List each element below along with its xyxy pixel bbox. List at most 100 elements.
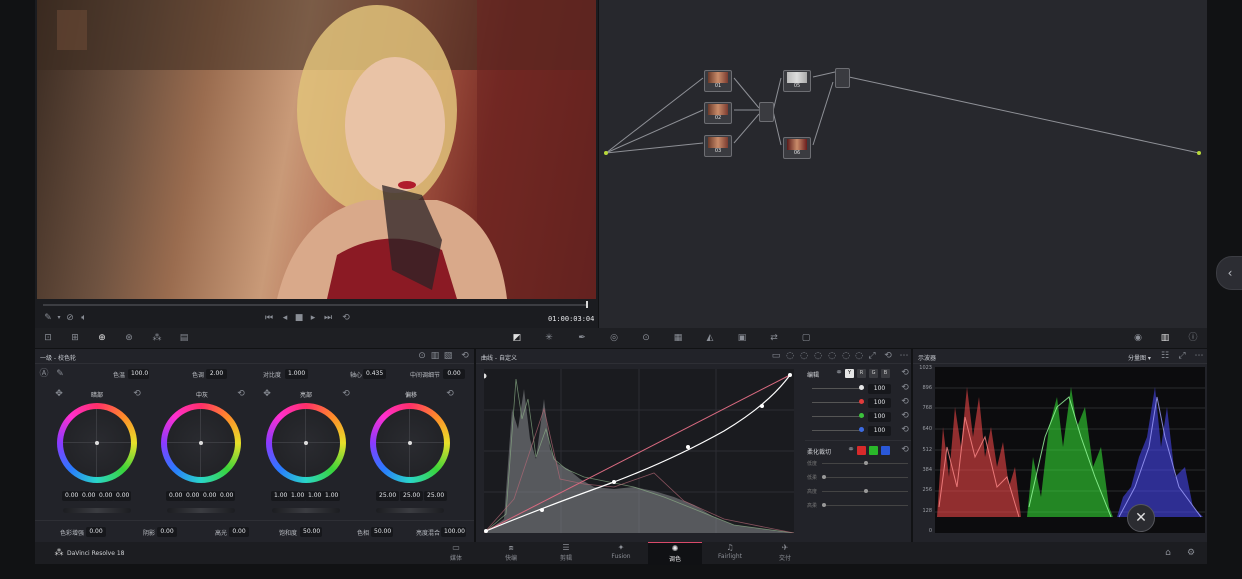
soft-clip-g-button[interactable] <box>869 446 878 455</box>
settings-gear-icon[interactable]: ⚙ <box>1185 548 1197 558</box>
layer-mixer-node[interactable] <box>759 102 774 122</box>
node-05[interactable]: 05 <box>783 70 811 92</box>
gamma-master-scrubber[interactable] <box>167 508 235 513</box>
intensity-g[interactable]: 100 <box>868 412 891 422</box>
intensity-slider-y[interactable] <box>812 388 864 389</box>
gain-b[interactable]: 1.00 <box>322 491 340 501</box>
sizing-icon[interactable]: ⇄ <box>768 333 780 343</box>
channel-y[interactable]: Y <box>845 369 854 378</box>
color-match-icon[interactable]: ⊞ <box>69 333 81 343</box>
edit-reset-icon[interactable]: ⟲ <box>899 368 911 378</box>
offset-g[interactable]: 25.00 <box>400 491 423 501</box>
soft-clip-b-button[interactable] <box>881 446 890 455</box>
soft-clip-hs-slider[interactable] <box>822 505 908 506</box>
gain-g[interactable]: 1.00 <box>305 491 323 501</box>
gain-wheel[interactable] <box>266 403 346 483</box>
gain-y[interactable]: 1.00 <box>271 491 289 501</box>
node-01[interactable]: 01 <box>704 70 732 92</box>
shadows-value[interactable]: 0.00 <box>157 527 177 537</box>
channel-g[interactable]: G <box>869 369 878 378</box>
qualifier-icon[interactable]: ✒ <box>576 333 588 343</box>
highlights-value[interactable]: 0.00 <box>229 527 249 537</box>
scope-mode-select[interactable]: 分量图 ▾ <box>1128 353 1151 362</box>
offset-r[interactable]: 25.00 <box>376 491 399 501</box>
info-icon[interactable]: ⓘ <box>1187 333 1199 343</box>
lift-reset-icon[interactable]: ⟲ <box>131 389 143 399</box>
parallel-mixer-node[interactable] <box>835 68 850 88</box>
pivot-value[interactable]: 0.435 <box>363 369 386 379</box>
intensity-g-reset-icon[interactable]: ⟲ <box>899 411 911 421</box>
tint-value[interactable]: 2.00 <box>206 369 227 379</box>
lift-master-scrubber[interactable] <box>63 508 131 513</box>
page-tab-edit[interactable]: ☰ 剪辑 <box>539 542 593 564</box>
offset-reset-icon[interactable]: ⟲ <box>444 389 456 399</box>
node-06[interactable]: 06 <box>783 137 811 159</box>
auto-balance-icon[interactable]: Ⓐ <box>38 369 50 379</box>
intensity-slider-g[interactable] <box>812 416 864 417</box>
scope-more-icon[interactable]: ⋯ <box>1193 351 1205 361</box>
curves-tool-icon-5[interactable]: ◌ <box>826 351 838 361</box>
scopes-toggle-icon[interactable]: ▥ <box>1159 333 1171 343</box>
gain-r[interactable]: 1.00 <box>288 491 306 501</box>
intensity-b[interactable]: 100 <box>868 426 891 436</box>
link-icon[interactable]: ⚭ <box>833 368 845 378</box>
gamma-y[interactable]: 0.00 <box>166 491 184 501</box>
side-panel-toggle[interactable]: ‹ <box>1216 256 1242 290</box>
picker-wand-icon[interactable]: ✎ <box>54 369 66 379</box>
curves-expand-icon[interactable]: ⤢ <box>866 351 878 361</box>
lum-mix-value[interactable]: 100.00 <box>441 527 466 537</box>
blur-icon[interactable]: ◭ <box>704 333 716 343</box>
color-wheels-icon[interactable]: ⊕ <box>96 333 108 343</box>
intensity-y-reset-icon[interactable]: ⟲ <box>899 383 911 393</box>
intensity-b-reset-icon[interactable]: ⟲ <box>899 425 911 435</box>
motion-effects-icon[interactable]: ⁂ <box>151 333 163 343</box>
curves-reset-icon[interactable]: ⟲ <box>882 351 894 361</box>
hue-value[interactable]: 50.00 <box>371 527 393 537</box>
soft-clip-ls-slider[interactable] <box>822 477 908 478</box>
reset-all-icon[interactable]: ⟲ <box>459 351 471 361</box>
curves-more-icon[interactable]: ⋯ <box>898 351 910 361</box>
page-tab-deliver[interactable]: ✈ 交付 <box>758 542 812 564</box>
curves-tool-icon-3[interactable]: ◌ <box>798 351 810 361</box>
lift-r[interactable]: 0.00 <box>79 491 97 501</box>
channel-b[interactable]: B <box>881 369 890 378</box>
page-tab-color[interactable]: ✺ 调色 <box>648 542 702 565</box>
soft-clip-r-button[interactable] <box>857 446 866 455</box>
curves-tool-icon-4[interactable]: ◌ <box>812 351 824 361</box>
contrast-value[interactable]: 1.000 <box>285 369 308 379</box>
intensity-slider-b[interactable] <box>812 430 864 431</box>
intensity-r[interactable]: 100 <box>868 398 891 408</box>
curves-tool-icon-2[interactable]: ◌ <box>784 351 796 361</box>
page-tab-fusion[interactable]: ✦ Fusion <box>594 542 648 564</box>
gamma-b[interactable]: 0.00 <box>217 491 235 501</box>
saturation-value[interactable]: 50.00 <box>300 527 322 537</box>
home-icon[interactable]: ⌂ <box>1162 548 1174 558</box>
key-icon[interactable]: ▣ <box>736 333 748 343</box>
lightbox-icon[interactable]: ◉ <box>1132 333 1144 343</box>
gain-reset-icon[interactable]: ⟲ <box>340 389 352 399</box>
soft-clip-link-icon[interactable]: ⚭ <box>845 445 857 455</box>
page-tab-cut[interactable]: ⧈ 快编 <box>484 542 538 564</box>
intensity-r-reset-icon[interactable]: ⟲ <box>899 397 911 407</box>
page-tab-media[interactable]: ▭ 媒体 <box>429 542 483 564</box>
soft-clip-reset-icon[interactable]: ⟲ <box>899 445 911 455</box>
gamma-wheel[interactable] <box>161 403 241 483</box>
lift-wheel[interactable] <box>57 403 137 483</box>
wheels-mode-icon[interactable]: ⊙ <box>416 351 428 361</box>
offset-b[interactable]: 25.00 <box>424 491 447 501</box>
lift-b[interactable]: 0.00 <box>113 491 131 501</box>
lift-picker-icon[interactable]: ✥ <box>53 389 65 399</box>
magic-mask-icon[interactable]: ▦ <box>672 333 684 343</box>
intensity-y[interactable]: 100 <box>868 384 891 394</box>
camera-raw-icon[interactable]: ⊡ <box>42 333 54 343</box>
scope-expand-icon[interactable]: ⤢ <box>1176 351 1188 361</box>
curves-tool-icon-7[interactable]: ◌ <box>853 351 865 361</box>
gamma-g[interactable]: 0.00 <box>200 491 218 501</box>
lift-g[interactable]: 0.00 <box>96 491 114 501</box>
tracker-icon[interactable]: ⊙ <box>640 333 652 343</box>
scope-overlay-icon[interactable]: ✕ <box>1127 504 1155 532</box>
bars-mode-icon[interactable]: ▥ <box>429 351 441 361</box>
node-02[interactable]: 02 <box>704 102 732 124</box>
window-icon[interactable]: ◎ <box>608 333 620 343</box>
hdr-icon[interactable]: ▤ <box>178 333 190 343</box>
